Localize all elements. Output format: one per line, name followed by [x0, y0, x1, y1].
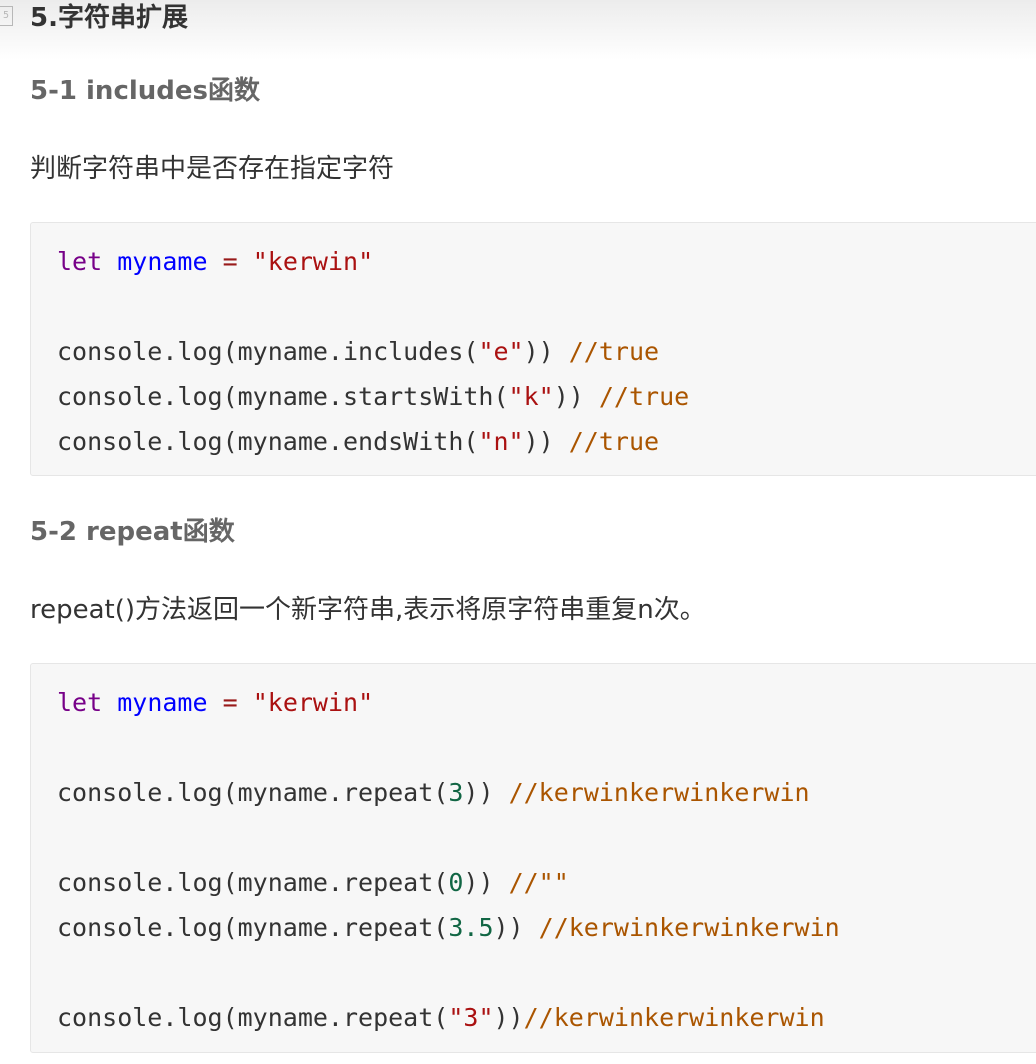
code-variable: myname: [117, 688, 208, 717]
code-comment: //kerwinkerwinkerwin: [508, 778, 810, 807]
code-block-includes[interactable]: let myname = "kerwin" console.log(myname…: [30, 222, 1036, 476]
subheading-repeat: 5-2 repeat函数: [30, 517, 235, 547]
code-keyword: let: [57, 247, 103, 276]
code-line: console.log(myname.endsWith("n")) //true: [57, 419, 1036, 464]
section-title: 5.字符串扩展: [30, 3, 188, 33]
code-call: console.log(myname.repeat(: [57, 913, 449, 942]
code-number: 3: [448, 778, 464, 807]
code-line: console.log(myname.startsWith("k")) //tr…: [57, 374, 1036, 419]
subheading-includes: 5-1 includes函数: [30, 76, 261, 106]
code-string: "k": [508, 382, 554, 411]
code-line: let myname = "kerwin": [57, 680, 1036, 725]
code-call-end: )): [463, 868, 509, 897]
code-block-repeat[interactable]: let myname = "kerwin" console.log(myname…: [30, 663, 1036, 1053]
code-comment: //true: [568, 337, 660, 366]
code-call-end: )): [463, 778, 509, 807]
code-comment: //true: [598, 382, 690, 411]
description-repeat: repeat()方法返回一个新字符串,表示将原字符串重复n次。: [30, 595, 706, 625]
code-call: console.log(myname.repeat(: [57, 778, 449, 807]
code-call: console.log(myname.repeat(: [57, 868, 449, 897]
code-string: "3": [448, 1003, 494, 1032]
code-comment: //kerwinkerwinkerwin: [523, 1003, 825, 1032]
code-operator: =: [222, 688, 238, 717]
code-line: console.log(myname.repeat(3.5)) //kerwin…: [57, 905, 1036, 950]
code-string: "kerwin": [252, 688, 374, 717]
code-call: console.log(myname.includes(: [57, 337, 479, 366]
code-string: "kerwin": [252, 247, 374, 276]
code-call-end: )): [523, 427, 569, 456]
code-number: 0: [448, 868, 464, 897]
code-call: console.log(myname.endsWith(: [57, 427, 479, 456]
description-includes: 判断字符串中是否存在指定字符: [30, 154, 395, 184]
heading-level-marker: 5: [0, 6, 13, 26]
code-keyword: let: [57, 688, 103, 717]
code-call: console.log(myname.startsWith(: [57, 382, 509, 411]
code-line: console.log(myname.repeat(3)) //kerwinke…: [57, 770, 1036, 815]
code-comment: //true: [568, 427, 660, 456]
code-variable: myname: [117, 247, 208, 276]
code-line: console.log(myname.repeat("3"))//kerwink…: [57, 995, 1036, 1040]
code-string: "n": [478, 427, 524, 456]
code-line: console.log(myname.includes("e")) //true: [57, 329, 1036, 374]
code-call-end: )): [553, 382, 599, 411]
code-comment: //"": [508, 868, 569, 897]
code-call-end: )): [523, 337, 569, 366]
code-number: 3.5: [448, 913, 494, 942]
code-string: "e": [478, 337, 524, 366]
code-call: console.log(myname.repeat(: [57, 1003, 449, 1032]
code-call-end: )): [493, 913, 539, 942]
code-call-end: )): [493, 1003, 524, 1032]
code-operator: =: [222, 247, 238, 276]
code-comment: //kerwinkerwinkerwin: [538, 913, 840, 942]
code-line: let myname = "kerwin": [57, 239, 1036, 284]
code-line: console.log(myname.repeat(0)) //"": [57, 860, 1036, 905]
